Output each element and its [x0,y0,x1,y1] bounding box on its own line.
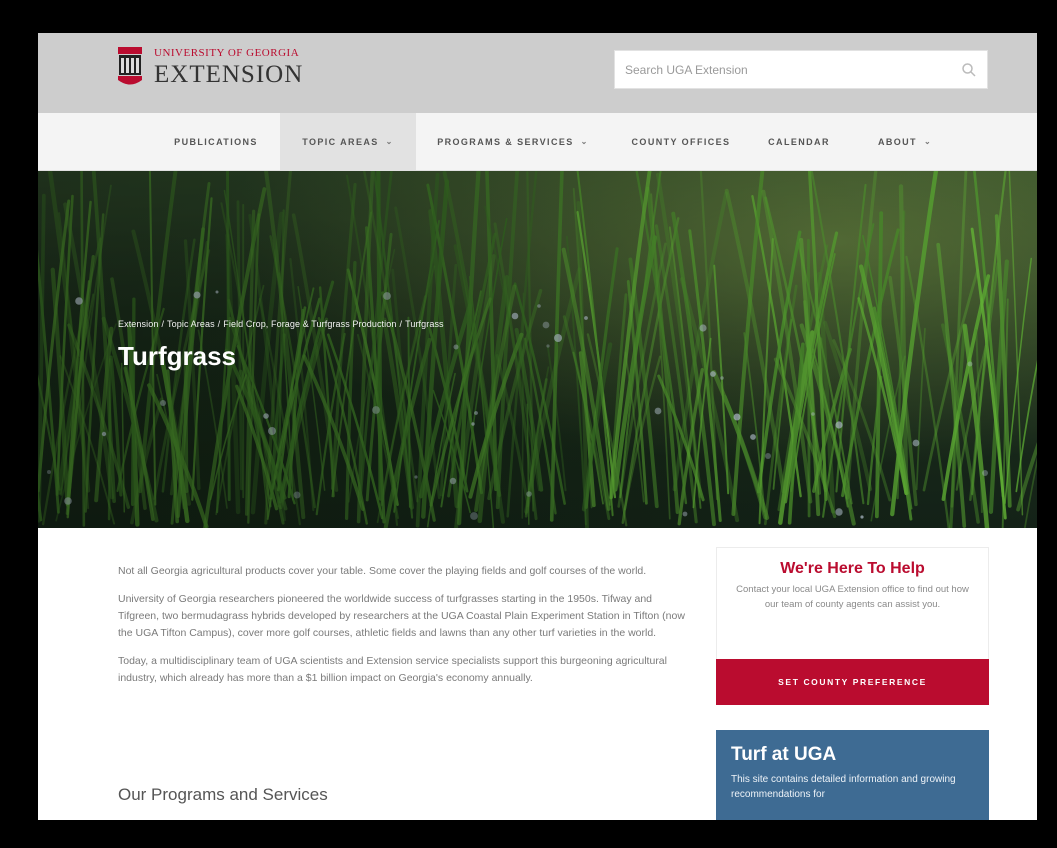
breadcrumb-link[interactable]: Field Crop, Forage & Turfgrass Productio… [223,319,396,329]
nav-label: ABOUT [877,136,917,147]
nav-label: PUBLICATIONS [174,136,258,147]
chevron-down-icon: ⌄ [580,137,589,146]
chevron-down-icon: ⌄ [385,137,394,146]
intro-paragraph: Not all Georgia agricultural products co… [118,565,647,577]
history-paragraph: University of Georgia researchers pionee… [118,593,685,639]
logo-university-text: UNIVERSITY OF GEORGIA [154,46,300,59]
site-header: UNIVERSITY OF GEORGIA EXTENSION [38,33,1037,113]
nav-publications[interactable]: PUBLICATIONS [156,113,276,170]
breadcrumb-current: Turfgrass [405,319,444,329]
hero-banner: Extension / Topic Areas / Field Crop, Forage… [38,171,1037,528]
help-title: We're Here To Help [780,560,925,577]
breadcrumb: Extension / Topic Areas / Field Crop, Forage… [118,319,444,329]
set-county-preference-button[interactable]: SET COUNTY PREFERENCE [716,659,989,705]
help-card: We're Here To Help Contact your local UG… [716,547,989,660]
turf-card-title: Turf at UGA [731,744,837,765]
programs-heading: Our Programs and Services [118,785,328,804]
help-text: Contact your local UGA Extension office … [736,584,969,610]
chevron-down-icon: ⌄ [923,137,933,146]
turf-at-uga-card[interactable]: Turf at UGA This site contains detailed … [716,730,989,820]
logo-extension-text: EXTENSION [154,60,304,88]
search-icon[interactable] [961,62,977,78]
nav-calendar[interactable]: CALENDAR [754,113,844,170]
nav-topic-areas[interactable]: TOPIC AREAS ⌄ [280,113,416,170]
nav-about[interactable]: ABOUT ⌄ [865,113,945,170]
nav-label: PROGRAMS & SERVICES [437,136,574,147]
impact-paragraph: Today, a multidisciplinary team of UGA s… [118,655,667,684]
browser-viewport: UNIVERSITY OF GEORGIA EXTENSION PUBLICAT… [38,33,1037,820]
main-content: Not all Georgia agricultural products co… [118,563,688,698]
nav-county-offices[interactable]: COUNTY OFFICES [621,113,741,170]
uga-extension-logo[interactable]: UNIVERSITY OF GEORGIA EXTENSION [118,47,303,87]
breadcrumb-link[interactable]: Extension [118,319,158,329]
nav-programs-services[interactable]: PROGRAMS & SERVICES ⌄ [423,113,603,170]
search-box [614,50,988,89]
breadcrumb-link[interactable]: Topic Areas [167,319,215,329]
uga-arch-icon [118,47,142,85]
page-title: Turfgrass [118,341,236,371]
nav-label: TOPIC AREAS [302,136,379,147]
nav-label: CALENDAR [768,136,830,147]
nav-label: COUNTY OFFICES [631,136,731,147]
main-nav: PUBLICATIONS TOPIC AREAS ⌄ PROGRAMS & SE… [38,113,1037,171]
search-input[interactable] [615,51,961,88]
turf-card-text: This site contains detailed information … [731,774,956,800]
